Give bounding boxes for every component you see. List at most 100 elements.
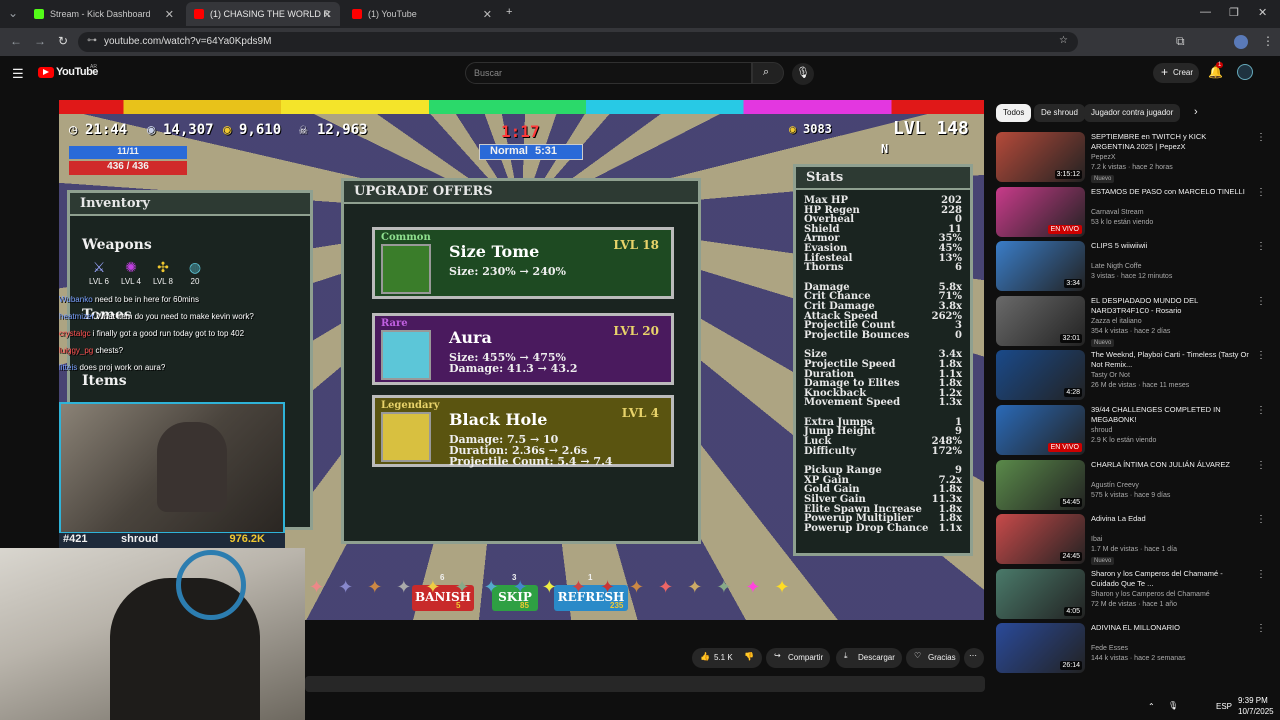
video-menu-icon[interactable]: ⋮	[1256, 350, 1266, 361]
recommended-video[interactable]: 26:14 ADIVINA EL MILLONARIO Fede Esses 144 …	[996, 623, 1266, 674]
recommended-video[interactable]: 3:34 CLIPS 5 wiiwiiwii Late Nigth Coffe 3 v…	[996, 241, 1266, 292]
video-thumbnail[interactable]: 54:45	[996, 459, 1085, 510]
extensions-icon[interactable]: ⧉	[1176, 34, 1185, 49]
minimize-icon[interactable]: —	[1200, 6, 1211, 18]
reload-icon[interactable]: ↻	[58, 34, 68, 48]
recommended-video[interactable]: 32:01 EL DESPIADADO MUNDO DEL NARD3TR4F1C…	[996, 295, 1266, 347]
video-thumbnail[interactable]: 32:01	[996, 295, 1085, 346]
recommended-video[interactable]: 24:45 Adivina La Edad Ibai 1.7 M de vistas …	[996, 514, 1266, 566]
recommended-video[interactable]: 54:45 CHARLA ÍNTIMA CON JULIÁN ÁLVAREZ Agu…	[996, 459, 1266, 510]
tab-kick[interactable]: Stream - Kick Dashboard ✕	[26, 2, 182, 26]
search-input[interactable]: Buscar	[465, 62, 752, 84]
hamburger-menu-icon[interactable]: ☰	[12, 66, 24, 82]
bookmark-icon[interactable]: ☆	[1059, 35, 1068, 46]
video-title[interactable]: 39/44 CHALLENGES COMPLETED IN MEGABONK!	[1091, 405, 1251, 425]
video-menu-icon[interactable]: ⋮	[1256, 132, 1266, 143]
restore-icon[interactable]: ❐	[1229, 6, 1239, 19]
tab-youtube[interactable]: (1) YouTube ✕	[344, 2, 500, 26]
new-tab-icon[interactable]: +	[506, 6, 512, 18]
upgrade-offer[interactable]: Legendary Black Hole LVL 4 Damage: 7.5 → 10…	[372, 395, 674, 467]
video-menu-icon[interactable]: ⋮	[1256, 514, 1266, 525]
chip-from-shroud[interactable]: De shroud	[1034, 104, 1085, 122]
video-thumbnail[interactable]: 26:14	[996, 623, 1085, 674]
browser-menu-icon[interactable]: ⋮	[1262, 34, 1274, 48]
channel-name[interactable]: Carnaval Stream	[1091, 209, 1144, 216]
close-tab-icon[interactable]: ✕	[483, 8, 492, 21]
weapon-bone[interactable]: ✣ LVL 8	[150, 259, 176, 286]
video-menu-icon[interactable]: ⋮	[1256, 187, 1266, 198]
channel-name[interactable]: shroud	[1091, 427, 1112, 434]
video-menu-icon[interactable]: ⋮	[1256, 296, 1266, 307]
back-icon[interactable]: ←	[10, 34, 22, 48]
channel-name[interactable]: Late Nigth Coffe	[1091, 263, 1141, 270]
video-thumbnail[interactable]: 3:15:12	[996, 132, 1085, 182]
address-bar[interactable]: ⊶ youtube.com/watch?v=64Ya0Kpds9M ☆	[78, 32, 1078, 52]
weapon-sword[interactable]: ⚔ LVL 6	[86, 259, 112, 286]
channel-name[interactable]: Agustín Creevy	[1091, 482, 1139, 489]
video-thumbnail[interactable]: EN VIVO	[996, 405, 1085, 455]
chip-all[interactable]: Todos	[996, 104, 1032, 122]
video-title[interactable]: SEPTIEMBRE en TWITCH y KICK ARGENTINA 20…	[1091, 132, 1251, 152]
recommended-video[interactable]: 4:28 The Weeknd, Playboi Carti - Timeless…	[996, 350, 1266, 401]
video-menu-icon[interactable]: ⋮	[1256, 405, 1266, 416]
create-button[interactable]: + Crear	[1153, 63, 1199, 83]
video-thumbnail[interactable]: 3:34	[996, 241, 1085, 292]
tab-search-icon[interactable]: ⌄	[8, 6, 18, 20]
channel-name[interactable]: Zazza el italiano	[1091, 318, 1142, 325]
more-actions-button[interactable]: ⋯	[964, 648, 984, 668]
thanks-button[interactable]: ♡ Gracias	[906, 648, 960, 668]
upgrade-offer[interactable]: Rare Aura LVL 20 Size: 455% → 475% Damage: 4…	[372, 313, 674, 385]
channel-name[interactable]: Ibai	[1091, 536, 1102, 543]
mic-icon[interactable]: 🎙	[1168, 701, 1178, 710]
video-thumbnail[interactable]: 24:45	[996, 514, 1085, 565]
recommended-video[interactable]: 3:15:12 SEPTIEMBRE en TWITCH y KICK ARGEN…	[996, 132, 1266, 183]
channel-name[interactable]: PepezX	[1091, 154, 1116, 161]
video-title[interactable]: EL DESPIADADO MUNDO DEL NARD3TR4F1C0 - R…	[1091, 296, 1251, 316]
video-title[interactable]: ESTAMOS DE PASO con MARCELO TINELLI	[1091, 187, 1251, 197]
video-title[interactable]: CLIPS 5 wiiwiiwii	[1091, 241, 1251, 251]
video-thumbnail[interactable]: EN VIVO	[996, 186, 1085, 237]
thumbs-down-icon[interactable]: 👎	[744, 652, 754, 661]
site-info-icon[interactable]: ⊶	[87, 35, 97, 46]
close-tab-icon[interactable]: ✕	[323, 8, 332, 21]
chip-pvp[interactable]: Jugador contra jugador	[1084, 104, 1181, 122]
video-title[interactable]: Sharon y los Camperos del Chamamé - Cuid…	[1091, 569, 1251, 589]
video-thumbnail[interactable]: 4:05	[996, 568, 1085, 619]
search-button[interactable]: ⌕	[752, 62, 784, 84]
channel-name[interactable]: Tasty Or Not	[1091, 372, 1130, 379]
weapon-aura[interactable]: ✺ LVL 4	[118, 259, 144, 286]
tab-youtube-video[interactable]: (1) CHASING THE WORLD R ✕	[186, 2, 340, 26]
description-box[interactable]	[305, 676, 985, 692]
forward-icon[interactable]: →	[34, 34, 46, 48]
like-button[interactable]: 👍 5.1 K 👎	[692, 648, 762, 668]
channel-name[interactable]: Sharon y los Camperos del Chamamé	[1091, 591, 1210, 598]
video-meta: 575 k vistas · hace 9 días	[1091, 491, 1171, 499]
recommended-video[interactable]: EN VIVO ESTAMOS DE PASO con MARCELO TINEL…	[996, 186, 1266, 237]
recommended-video[interactable]: 4:05 Sharon y los Camperos del Chamamé - …	[996, 568, 1266, 619]
video-title[interactable]: ADIVINA EL MILLONARIO	[1091, 623, 1251, 633]
close-tab-icon[interactable]: ✕	[165, 8, 174, 21]
voice-search-icon[interactable]: 🎙	[792, 63, 814, 85]
chips-next-icon[interactable]: ›	[1194, 106, 1198, 118]
profile-avatar[interactable]	[1234, 35, 1248, 49]
language-indicator[interactable]: ESP	[1216, 702, 1232, 711]
clock-date[interactable]: 10/7/2025	[1238, 707, 1274, 716]
download-button[interactable]: ⤓ Descargar	[836, 648, 902, 668]
video-title[interactable]: Adivina La Edad	[1091, 514, 1251, 524]
video-menu-icon[interactable]: ⋮	[1256, 623, 1266, 634]
video-title[interactable]: CHARLA ÍNTIMA CON JULIÁN ÁLVAREZ	[1091, 460, 1251, 470]
channel-name[interactable]: Fede Esses	[1091, 645, 1128, 652]
video-thumbnail[interactable]: 4:28	[996, 350, 1085, 401]
video-menu-icon[interactable]: ⋮	[1256, 241, 1266, 252]
video-menu-icon[interactable]: ⋮	[1256, 569, 1266, 580]
share-button[interactable]: ↪ Compartir	[766, 648, 830, 668]
tray-chevron-icon[interactable]: ⌃	[1148, 702, 1155, 711]
video-title[interactable]: The Weeknd, Playboi Carti - Timeless (Ta…	[1091, 350, 1251, 370]
clock-time[interactable]: 9:39 PM	[1238, 696, 1268, 705]
account-avatar[interactable]	[1237, 64, 1253, 80]
video-menu-icon[interactable]: ⋮	[1256, 460, 1266, 471]
weapon-orb[interactable]: ◍ 20	[182, 259, 208, 286]
close-window-icon[interactable]: ✕	[1258, 6, 1267, 19]
recommended-video[interactable]: EN VIVO 39/44 CHALLENGES COMPLETED IN MEG…	[996, 405, 1266, 455]
upgrade-offer[interactable]: Common Size Tome LVL 18 Size: 230% → 240%	[372, 227, 674, 299]
